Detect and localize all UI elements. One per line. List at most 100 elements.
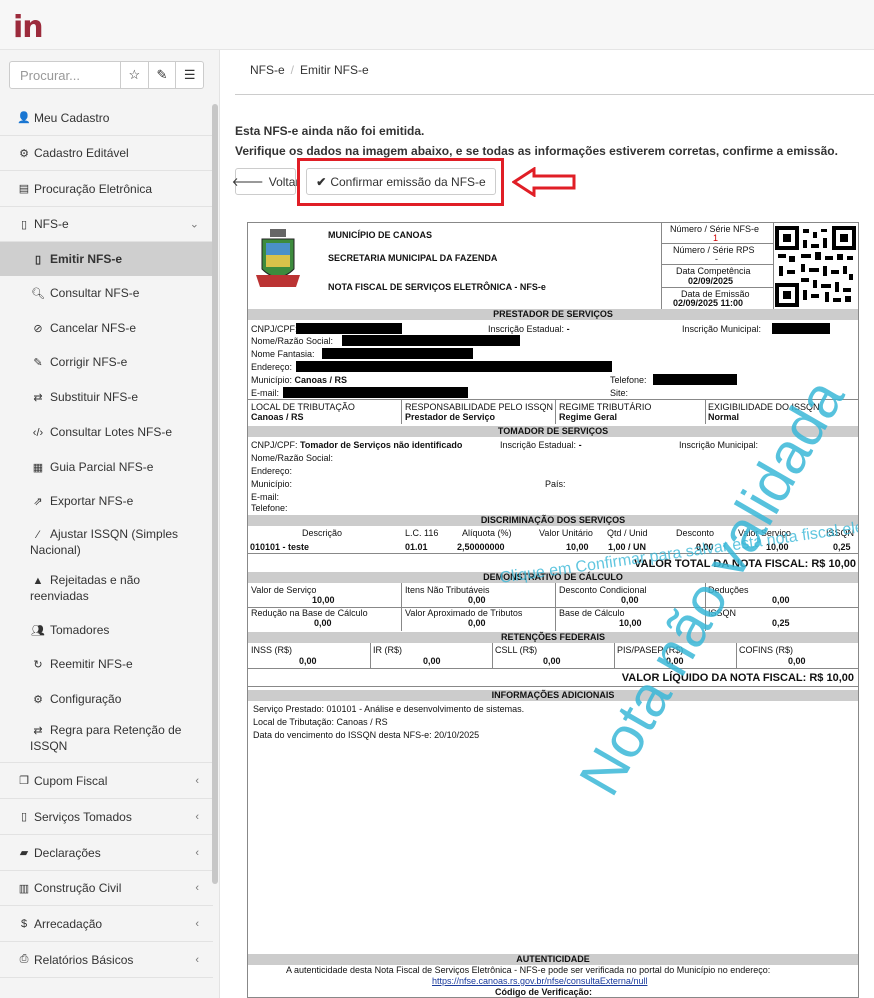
cogs-icon: ⚙ xyxy=(19,147,29,160)
sidebar-item-emitir-nfse[interactable]: ▯ Emitir NFS-e xyxy=(0,242,213,276)
edit-icon: ✎ xyxy=(33,357,43,369)
sidebar-item-cadastro-editavel[interactable]: ⚙ Cadastro Editável xyxy=(0,136,213,171)
divider xyxy=(773,223,774,309)
item-lc: 01.01 xyxy=(405,542,428,552)
sidebar-item-label: Regra para Retenção de ISSQN xyxy=(30,723,182,753)
sidebar-item-label: Reemitir NFS-e xyxy=(50,657,133,671)
exig-value: Normal xyxy=(708,412,740,422)
building-icon: ▥ xyxy=(18,882,30,895)
sidebar-item-label: Consultar Lotes NFS-e xyxy=(50,425,173,439)
municipio-value: Canoas / RS xyxy=(294,375,348,385)
sidebar-item-ajustar-issqn[interactable]: ⁄ Ajustar ISSQN (Simples Nacional) xyxy=(0,519,213,565)
breadcrumb: NFS-e / Emitir NFS-e xyxy=(250,63,369,77)
redacted-block xyxy=(296,323,402,334)
sidebar-item-substituir-nfse[interactable]: ⇄ Substituir NFS-e xyxy=(0,380,213,415)
nota-municipio: MUNICÍPIO DE CANOAS xyxy=(328,230,433,240)
sidebar-item-regra-retencao[interactable]: ⇄ Regra para Retenção de ISSQN xyxy=(0,717,213,763)
competencia-label: Data Competência xyxy=(676,266,751,276)
telefone-label: Telefone: xyxy=(610,375,647,385)
copy-icon: ❐ xyxy=(19,775,29,787)
redacted-block xyxy=(342,335,520,346)
sidebar-item-consultar-lotes[interactable]: ‹/› Consultar Lotes NFS-e xyxy=(0,415,213,450)
sidebar-item-label: Corrigir NFS-e xyxy=(50,355,128,369)
chevron-left-icon: ‹ xyxy=(195,846,199,859)
sidebar-item-guia-parcial[interactable]: ▦ Guia Parcial NFS-e xyxy=(0,450,213,484)
sidebar-item-rejeitadas[interactable]: ▲ Rejeitadas e não reenviadas xyxy=(0,565,213,613)
search-input[interactable] xyxy=(9,61,121,89)
file-icon: ▯ xyxy=(34,254,42,266)
sidebar-item-meu-cadastro[interactable]: 👤 Meu Cadastro xyxy=(0,100,213,136)
divider xyxy=(248,553,858,554)
sidebar-item-cupom-fiscal[interactable]: ❐ Cupom Fiscal ‹ xyxy=(0,763,213,799)
tomador-cnpj-label: CNPJ/CPF: xyxy=(251,440,298,450)
item-desconto: 0,00 xyxy=(696,542,714,552)
nota-secretaria: SECRETARIA MUNICIPAL DA FAZENDA xyxy=(328,253,498,263)
info-line-1: Serviço Prestado: 010101 - Análise e des… xyxy=(253,704,525,714)
sidebar-item-exportar-nfse[interactable]: ⇗ Exportar NFS-e xyxy=(0,484,213,519)
municipio-label: Município: xyxy=(251,375,293,385)
sidebar-scrollbar[interactable] xyxy=(212,104,218,884)
star-button[interactable]: ☆ xyxy=(121,61,149,89)
sidebar-item-reemitir[interactable]: ↻ Reemitir NFS-e xyxy=(0,647,213,682)
sidebar-item-procuracao[interactable]: ▤ Procuração Eletrônica xyxy=(0,171,213,207)
redacted-block xyxy=(772,323,830,334)
check-icon: ✔ xyxy=(316,174,327,189)
sidebar-item-consultar-nfse[interactable]: 🔍︎ Consultar NFS-e xyxy=(0,276,213,311)
sidebar-item-cancelar-nfse[interactable]: ⊘ Cancelar NFS-e xyxy=(0,311,213,345)
sidebar-item-configuracao[interactable]: ⚙ Configuração xyxy=(0,682,213,717)
chevron-left-icon: ‹ xyxy=(195,774,199,787)
rps-value: - xyxy=(715,254,718,264)
sidebar-item-nfse[interactable]: ▯ NFS-e ⌄ xyxy=(0,207,213,242)
sidebar-item-declaracoes[interactable]: ▰ Declarações ‹ xyxy=(0,835,213,871)
col-desconto: Desconto xyxy=(676,528,715,538)
sidebar-item-corrigir-nfse[interactable]: ✎ Corrigir NFS-e xyxy=(0,345,213,380)
breadcrumb-current: Emitir NFS-e xyxy=(300,63,369,77)
sidebar-item-label: Exportar NFS-e xyxy=(50,494,134,508)
nfse-preview: MUNICÍPIO DE CANOAS SECRETARIA MUNICIPAL… xyxy=(247,222,859,998)
sidebar-item-servicos-tomados[interactable]: ▯ Serviços Tomados ‹ xyxy=(0,799,213,835)
divider xyxy=(661,223,662,309)
r-cofins: 0,00 xyxy=(788,656,806,666)
numero-value: 1 xyxy=(713,233,719,243)
menu-button[interactable]: ☰ xyxy=(176,61,205,89)
edit-button[interactable]: ✎ xyxy=(148,61,177,89)
tomador-razao-label: Nome/Razão Social: xyxy=(251,453,334,463)
d-issqn-label: ISSQN xyxy=(708,608,737,618)
sidebar-item-tomadores[interactable]: 👥︎ Tomadores xyxy=(0,613,213,647)
confirm-emission-button[interactable]: ✔ Confirmar emissão da NFS-e xyxy=(306,168,496,195)
sidebar-item-construcao-civil[interactable]: ▥ Construção Civil ‹ xyxy=(0,871,213,906)
redacted-block xyxy=(322,348,473,359)
divider xyxy=(492,643,493,668)
sidebar-item-label: Cancelar NFS-e xyxy=(50,321,137,335)
sidebar-item-label: Substituir NFS-e xyxy=(50,390,139,404)
sidebar-item-relatorios[interactable]: ⎙ Relatórios Básicos ‹ xyxy=(0,942,213,978)
tomador-municipio-label: Município: xyxy=(251,479,293,489)
app-logo[interactable]: in xyxy=(13,10,44,46)
col-valor-serv: Valor Serviço xyxy=(738,528,791,538)
back-button[interactable]: 🡐 Voltar xyxy=(231,168,299,195)
breadcrumb-root[interactable]: NFS-e xyxy=(250,63,285,77)
r-csll-label: CSLL (R$) xyxy=(495,645,538,655)
col-descricao: Descrição xyxy=(302,528,343,538)
sidebar-item-label: Declarações xyxy=(34,845,101,860)
hamburger-icon: ☰ xyxy=(183,67,196,82)
fantasia-label: Nome Fantasia: xyxy=(251,349,315,359)
d-reducao: 0,00 xyxy=(314,618,332,628)
aut-link[interactable]: https://nfse.canoas.rs.gov.br/nfse/consu… xyxy=(432,976,647,986)
divider xyxy=(661,287,773,288)
rps-label: Número / Série RPS xyxy=(673,245,755,255)
info-header: INFORMAÇÕES ADICIONAIS xyxy=(248,690,858,701)
discriminacao-header: DISCRIMINAÇÃO DOS SERVIÇOS xyxy=(248,515,858,526)
arrow-left-icon: 🡐 xyxy=(231,175,264,189)
sidebar-item-label: Cupom Fiscal xyxy=(34,773,108,788)
sidebar-item-arrecadacao[interactable]: $ Arrecadação ‹ xyxy=(0,906,213,942)
divider xyxy=(705,399,706,424)
sidebar-item-label: Guia Parcial NFS-e xyxy=(50,460,154,474)
cnpj-label: CNPJ/CPF: xyxy=(251,324,298,334)
aut-code-label: Código de Verificação: xyxy=(495,987,593,997)
refresh-icon: ↻ xyxy=(33,659,43,671)
ban-icon: ⊘ xyxy=(33,323,43,335)
competencia-value: 02/09/2025 xyxy=(688,276,734,286)
ie-label: Inscrição Estadual: xyxy=(488,324,565,334)
sidebar-item-label: Consultar NFS-e xyxy=(50,286,140,300)
